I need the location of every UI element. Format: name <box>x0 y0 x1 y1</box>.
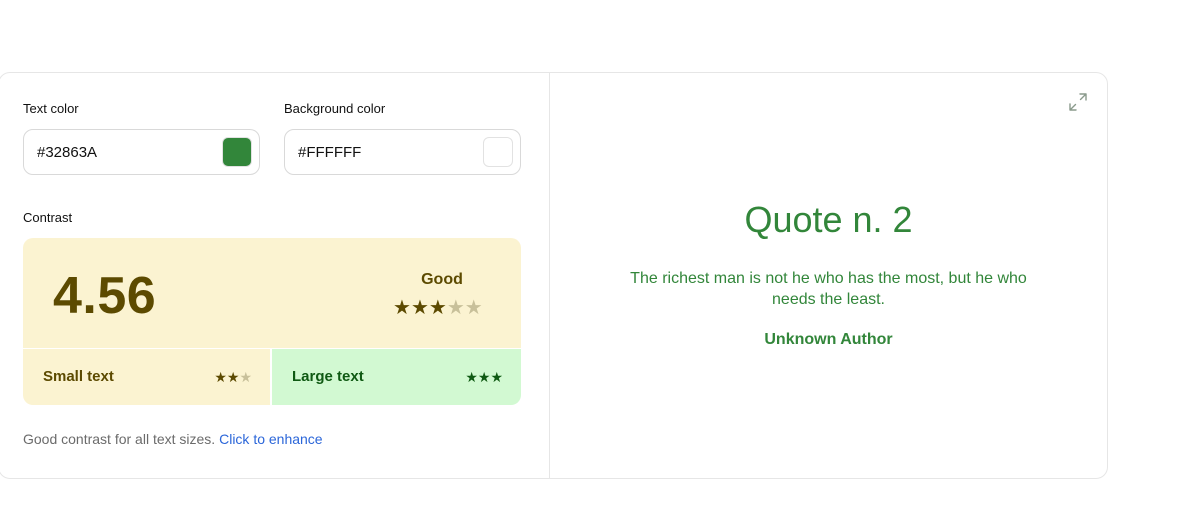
background-color-input[interactable] <box>298 143 448 161</box>
expand-icon[interactable] <box>1067 91 1089 113</box>
star-filled-icon: ★ <box>226 369 240 385</box>
star-filled-icon: ★ <box>477 369 491 385</box>
contrast-checker-card: Text color Background color Contrast 4.5… <box>0 72 1108 479</box>
text-color-label: Text color <box>23 101 79 116</box>
background-color-field[interactable] <box>284 129 521 175</box>
large-text-label: Large text <box>292 368 364 385</box>
quote-title: Quote n. 2 <box>744 199 913 240</box>
star-filled-icon: ★ <box>490 369 503 385</box>
background-color-swatch[interactable] <box>483 137 513 167</box>
background-color-label: Background color <box>284 101 386 116</box>
contrast-note: Good contrast for all text sizes. Click … <box>23 431 323 447</box>
star-filled-icon: ★ <box>214 369 227 385</box>
star-filled-icon: ★ <box>393 297 411 319</box>
contrast-rating-stars: ★★★★★ <box>393 295 483 320</box>
contrast-note-message: Good contrast for all text sizes. <box>23 431 216 447</box>
star-empty-icon: ★ <box>239 369 252 385</box>
contrast-result: 4.56 Good ★★★★★ Small text ★★★ Large tex… <box>23 238 521 405</box>
text-color-field[interactable] <box>23 129 260 175</box>
star-empty-icon: ★ <box>446 297 465 319</box>
star-filled-icon: ★ <box>428 297 447 319</box>
quote-text: The richest man is not he who has the mo… <box>630 270 1027 308</box>
preview-panel: Quote n. 2 The richest man is not he who… <box>550 73 1107 478</box>
large-text-rating: Large text ★★★ <box>272 349 521 405</box>
controls-panel: Text color Background color Contrast 4.5… <box>0 73 550 478</box>
enhance-link[interactable]: Click to enhance <box>219 431 323 447</box>
star-empty-icon: ★ <box>464 297 483 319</box>
contrast-ratio: 4.56 <box>53 267 157 325</box>
small-text-rating: Small text ★★★ <box>23 349 270 405</box>
contrast-rating-label: Good <box>421 271 463 288</box>
contrast-label: Contrast <box>23 210 73 225</box>
text-color-swatch[interactable] <box>222 137 252 167</box>
quote-author: Unknown Author <box>764 331 893 348</box>
star-filled-icon: ★ <box>410 297 429 319</box>
contrast-summary: 4.56 Good ★★★★★ <box>23 238 521 348</box>
text-color-input[interactable] <box>37 143 187 161</box>
small-text-stars: ★★★ <box>214 369 252 386</box>
star-filled-icon: ★ <box>465 369 478 385</box>
large-text-stars: ★★★ <box>465 369 503 386</box>
small-text-label: Small text <box>43 368 114 385</box>
